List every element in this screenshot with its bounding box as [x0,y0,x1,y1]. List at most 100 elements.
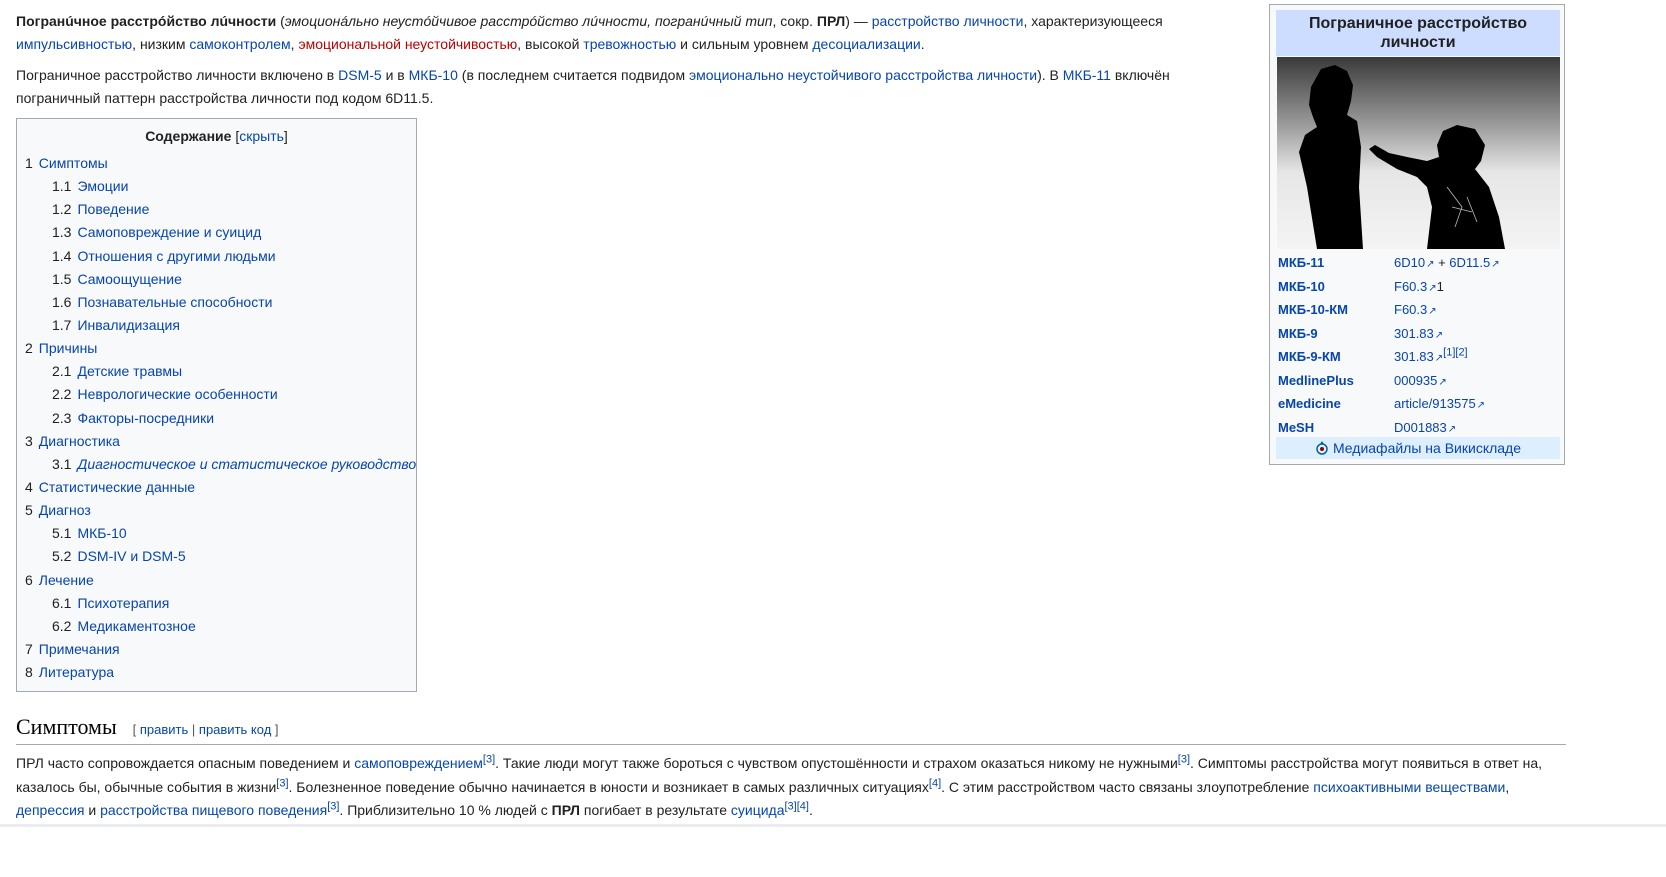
toc-item-link[interactable]: Инвалидизация [77,317,179,333]
toc-item[interactable]: 5 Диагноз [25,499,415,522]
link-depression[interactable]: депрессия [16,802,85,818]
toc-item[interactable]: 6.2 Медикаментозное [25,615,415,638]
toc-item[interactable]: 1.3 Самоповреждение и суицид [25,221,415,244]
link-personality-disorder[interactable]: расстройство личности [872,13,1024,29]
external-code-link[interactable]: F60.3 [1394,302,1437,317]
infobox-key-link[interactable]: MeSH [1278,416,1394,440]
toc-item[interactable]: 3.1 Диагностическое и статистическое руко… [25,453,416,476]
toc-item[interactable]: 1.6 Познавательные способности [25,291,415,314]
toc-item[interactable]: 1.4 Отношения с другими людьми [25,245,415,268]
toc-item[interactable]: 7 Примечания [25,638,415,661]
toc-item[interactable]: 3 Диагностика [25,430,415,453]
link-impulsivity[interactable]: импульсивностью [16,36,132,52]
link-suicide[interactable]: суицида [731,802,785,818]
edit-link[interactable]: править [140,722,188,737]
external-code-link[interactable]: F60.3 [1394,279,1437,294]
toc-item[interactable]: 2 Причины [25,337,415,360]
toc-item-link[interactable]: Факторы-посредники [77,410,214,426]
toc-item[interactable]: 4 Статистические данные [25,476,415,499]
external-code-link[interactable]: 6D10 [1394,255,1434,270]
toc-item-link[interactable]: Диагноз [39,502,91,518]
toc-item-link[interactable]: Лечение [39,572,94,588]
toc-item-link[interactable]: Отношения с другими людьми [77,248,275,264]
infobox-key-link[interactable]: eMedicine [1278,392,1394,416]
toc-item-link[interactable]: Детские травмы [77,363,182,379]
toc-item-link[interactable]: Диагностическое и статистическое руковод… [77,456,416,472]
toc-item-link[interactable]: Познавательные способности [77,294,272,310]
infobox-key-link[interactable]: МКБ-10 [1278,275,1394,299]
toc-item-link[interactable]: Самоощущение [77,271,181,287]
link-emotional-instability[interactable]: эмоциональной неустойчивостью [298,36,517,52]
toc-item-link[interactable]: Литература [39,664,114,680]
toc-item-link[interactable]: DSM-IV и DSM-5 [77,548,185,564]
link-selfcontrol[interactable]: самоконтролем [189,36,290,52]
toc-item[interactable]: 2.1 Детские травмы [25,360,415,383]
ref-link[interactable]: [3][4] [785,800,809,812]
edit-code-link[interactable]: править код [199,722,271,737]
external-code-link[interactable]: 000935 [1394,373,1447,388]
toc-hide-toggle[interactable]: скрыть [239,128,284,144]
ref-link[interactable]: [4] [929,777,941,789]
ref-link[interactable]: [1][2] [1443,347,1467,359]
toc-item-link[interactable]: Примечания [39,641,120,657]
link-anxiety[interactable]: тревожностью [583,36,676,52]
toc-item-link[interactable]: Медикаментозное [77,618,195,634]
toc-item-link[interactable]: Причины [39,340,98,356]
toc-item-link[interactable]: Поведение [77,201,149,217]
toc-item-link[interactable]: МКБ-10 [77,525,126,541]
toc-item[interactable]: 1.5 Самоощущение [25,268,415,291]
toc-item-number: 4 [25,478,33,495]
external-code-link[interactable]: 301.83 [1394,349,1443,364]
toc-item-link[interactable]: Самоповреждение и суицид [77,224,261,240]
infobox-value: D001883 [1394,416,1562,440]
link-substances[interactable]: психоактивными веществами [1313,779,1505,795]
infobox-rows: МКБ-116D10 + 6D11.5МКБ-10F60.31МКБ-10-КМ… [1278,251,1562,439]
toc-item[interactable]: 6.1 Психотерапия [25,592,415,615]
ref-link[interactable]: [3] [1178,753,1190,765]
toc-item-link[interactable]: Статистические данные [39,479,195,495]
infobox-value: article/913575 [1394,392,1562,416]
section-heading-symptoms: Симптомы [ править | править код ] [16,714,1566,745]
link-dsm5[interactable]: DSM-5 [338,67,382,83]
toc-item-link[interactable]: Симптомы [39,155,108,171]
infobox-key-link[interactable]: MedlinePlus [1278,369,1394,393]
toc-item-link[interactable]: Психотерапия [77,595,169,611]
toc-item[interactable]: 2.3 Факторы-посредники [25,407,415,430]
infobox-value: F60.3 [1394,298,1562,322]
toc-item[interactable]: 1.1 Эмоции [25,175,415,198]
link-self-harm[interactable]: самоповреждением [354,755,483,771]
external-code-link[interactable]: 6D11.5 [1449,255,1499,270]
link-eupd[interactable]: эмоционально неустойчивого расстройства … [689,67,1037,83]
toc-item-number: 6.2 [52,617,72,634]
toc-item-number: 1.2 [52,201,72,218]
external-code-link[interactable]: D001883 [1394,420,1456,435]
link-icd10[interactable]: МКБ-10 [409,67,458,83]
toc-item-link[interactable]: Диагностика [39,433,120,449]
toc-item[interactable]: 5.1 МКБ-10 [25,522,415,545]
toc-item[interactable]: 1.7 Инвалидизация [25,314,415,337]
infobox-key-link[interactable]: МКБ-10-КМ [1278,298,1394,322]
toc-item[interactable]: 6 Лечение [25,569,415,592]
toc-item[interactable]: 2.2 Неврологические особенности [25,383,415,406]
link-desocialization[interactable]: десоциализации [812,36,920,52]
toc-item-number: 1.3 [52,224,72,241]
link-icd11[interactable]: МКБ-11 [1063,67,1111,83]
link-eating-disorders[interactable]: расстройства пищевого поведения [100,802,327,818]
infobox-key-link[interactable]: МКБ-11 [1278,251,1394,275]
ref-link[interactable]: [3] [483,753,495,765]
abbreviation: ПРЛ [551,802,580,818]
toc-item[interactable]: 1 Симптомы [25,152,415,175]
ref-link[interactable]: [3] [327,800,339,812]
external-code-link[interactable]: 301.83 [1394,326,1443,341]
ref-link[interactable]: [3] [276,777,288,789]
toc-item[interactable]: 1.2 Поведение [25,198,415,221]
infobox-key-link[interactable]: МКБ-9-КМ [1278,345,1394,369]
toc-item[interactable]: 8 Литература [25,661,415,684]
external-code-link[interactable]: article/913575 [1394,396,1485,411]
toc-item-link[interactable]: Эмоции [77,178,128,194]
infobox-key-link[interactable]: МКБ-9 [1278,322,1394,346]
toc-item-link[interactable]: Неврологические особенности [77,386,277,402]
infobox-image[interactable] [1277,57,1560,249]
commons-link[interactable]: Медиафайлы на Викискладе [1333,440,1521,456]
toc-item[interactable]: 5.2 DSM-IV и DSM-5 [25,545,415,568]
